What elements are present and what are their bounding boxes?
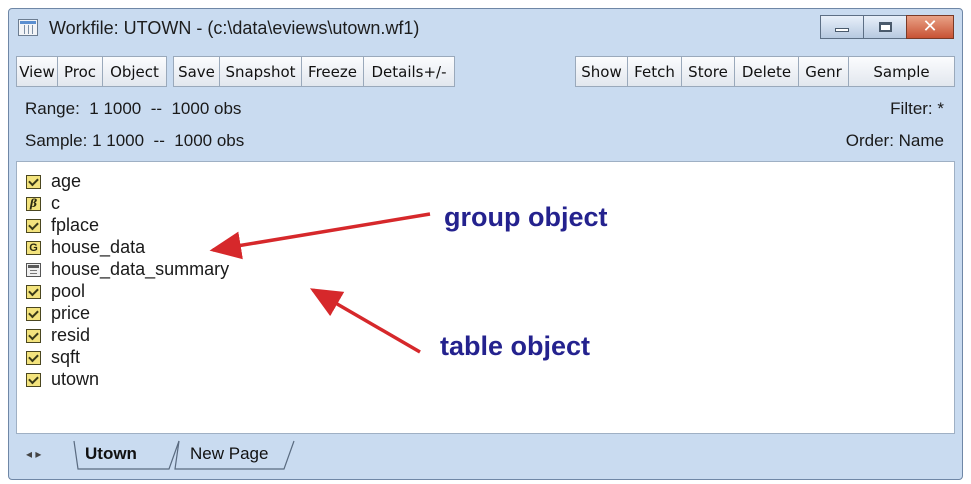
close-icon: ✕ [922, 16, 938, 37]
object-list: age β c fplace G house_data house_data_s… [16, 161, 955, 434]
freeze-button[interactable]: Freeze [301, 56, 364, 87]
group-object-annotation: group object [444, 202, 608, 232]
window-controls: ✕ [820, 15, 954, 39]
sample-info: Sample: 1 1000 -- 1000 obs [25, 131, 245, 150]
group-object-arrow [209, 212, 431, 260]
delete-button[interactable]: Delete [734, 56, 799, 87]
details-toggle-button[interactable]: Details+/- [363, 56, 455, 87]
minimize-icon [835, 28, 849, 32]
title-bar[interactable]: Workfile: UTOWN - (c:\data\eviews\utown.… [9, 9, 962, 49]
maximize-icon [878, 22, 892, 32]
sample-button[interactable]: Sample [848, 56, 955, 87]
workfile-icon [18, 19, 38, 36]
tab-utown[interactable]: Utown [85, 439, 137, 469]
close-button[interactable]: ✕ [906, 15, 954, 39]
filter-info[interactable]: Filter: * [890, 99, 944, 119]
table-object-arrow [309, 288, 421, 354]
maximize-button[interactable] [863, 15, 907, 39]
table-object-annotation: table object [440, 331, 591, 361]
order-info[interactable]: Order: Name [846, 131, 944, 151]
proc-button[interactable]: Proc [57, 56, 103, 87]
save-button[interactable]: Save [173, 56, 220, 87]
store-button[interactable]: Store [681, 56, 735, 87]
tab-new-page[interactable]: New Page [190, 439, 268, 469]
window-title: Workfile: UTOWN - (c:\data\eviews\utown.… [49, 18, 420, 38]
minimize-button[interactable] [820, 15, 864, 39]
view-button[interactable]: View [16, 56, 58, 87]
object-button[interactable]: Object [102, 56, 167, 87]
page-tab-bar: ◂ ▸ Utown New Page [16, 439, 955, 473]
show-button[interactable]: Show [575, 56, 628, 87]
range-info: Range: 1 1000 -- 1000 obs [25, 99, 242, 118]
genr-button[interactable]: Genr [798, 56, 849, 87]
tab-outline [73, 440, 295, 470]
workfile-window: Workfile: UTOWN - (c:\data\eviews\utown.… [8, 8, 963, 480]
fetch-button[interactable]: Fetch [627, 56, 682, 87]
snapshot-button[interactable]: Snapshot [219, 56, 302, 87]
